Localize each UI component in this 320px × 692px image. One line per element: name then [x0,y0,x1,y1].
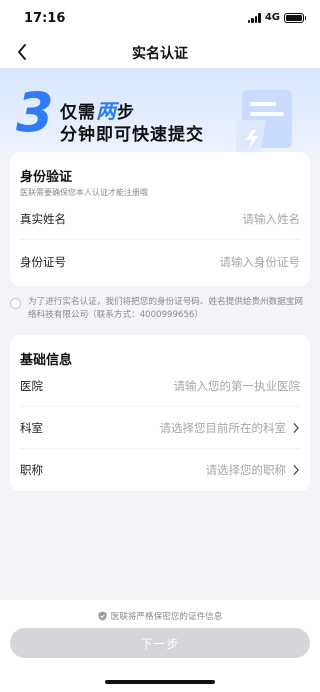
basic-info-card: 基础信息 医院 请输入您的第一执业医院 科室 请选择您目前所在的科室 职称 请选… [10,335,310,491]
network-type: 4G [264,12,280,23]
department-placeholder: 请选择您目前所在的科室 [159,420,287,435]
nav-bar: 实名认证 [0,36,320,68]
status-time: 17:16 [24,11,66,26]
consent-radio[interactable] [10,298,21,309]
name-input[interactable]: 请输入姓名 [243,211,301,227]
id-number-row[interactable]: 身份证号 请输入身份证号 [20,241,300,283]
status-bar: 17:16 4G [0,0,320,36]
shield-icon [98,611,107,621]
name-row[interactable]: 真实姓名 请输入姓名 [20,198,300,240]
security-note: 医联将严格保密您的证件信息 [0,610,320,622]
name-label: 真实姓名 [20,211,66,226]
status-icons: 4G [247,12,306,23]
hero-number: 3 [16,81,54,144]
department-select[interactable]: 请选择您目前所在的科室 [160,420,301,436]
signal-icon [247,12,261,23]
document-illustration-icon [236,90,292,154]
security-note-text: 医联将严格保密您的证件信息 [110,612,223,622]
identity-title: 身份验证 [20,170,73,185]
next-button[interactable]: 下一步 [10,628,310,658]
title-label: 职称 [20,463,43,477]
battery-icon [284,12,306,23]
chevron-right-icon [293,465,299,475]
consent-text: 为了进行实名认证，我们将把您的身份证号码、姓名提供给贵州数据宝网络科技有限公司（… [28,297,304,320]
department-row[interactable]: 科室 请选择您目前所在的科室 [20,407,300,449]
home-indicator [105,680,215,684]
identity-subtitle: 医联需要确保您本人认证才能注册哦 [20,188,148,197]
id-number-label: 身份证号 [20,255,66,269]
id-number-input[interactable]: 请输入身份证号 [220,254,301,270]
identity-card: 身份验证 医联需要确保您本人认证才能注册哦 真实姓名 请输入姓名 身份证号 请输… [10,152,310,286]
title-select[interactable]: 请选择您的职称 [206,462,301,478]
chevron-right-icon [293,422,299,433]
bottom-bar: 医联将严格保密您的证件信息 下一步 [0,600,320,692]
hospital-label: 医院 [20,378,43,393]
department-label: 科室 [20,420,43,435]
title-row[interactable]: 职称 请选择您的职称 [20,449,300,491]
hospital-row[interactable]: 医院 请输入您的第一执业医院 [20,365,300,407]
hero-line-2: 分钟即可快速提交 [60,125,204,145]
title-placeholder: 请选择您的职称 [205,463,287,477]
hospital-input[interactable]: 请输入您的第一执业医院 [174,378,301,394]
page-title: 实名认证 [132,46,188,62]
